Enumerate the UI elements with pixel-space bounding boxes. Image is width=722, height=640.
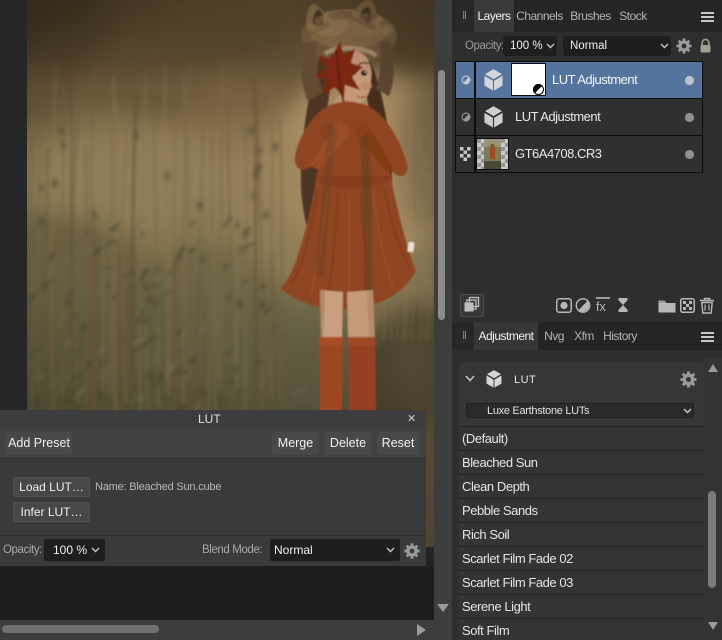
svg-text:fx: fx bbox=[596, 300, 606, 314]
